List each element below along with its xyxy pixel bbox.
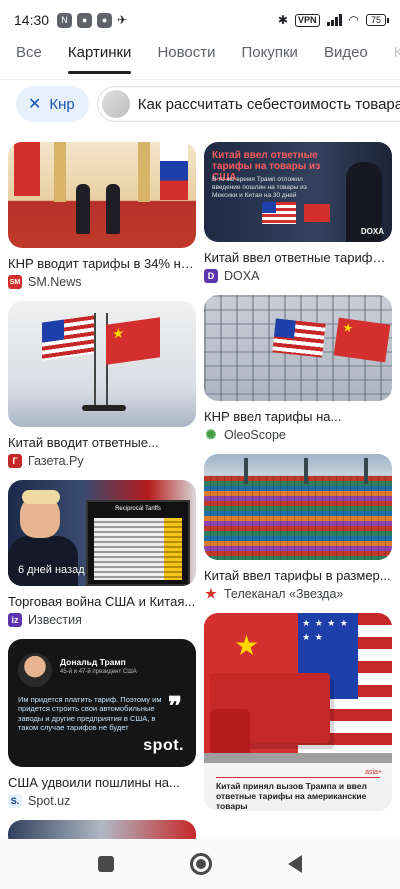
result-image[interactable]: asia+ Китай принял вызов Трампа и ввел о… bbox=[204, 613, 392, 811]
result-source: SM SM.News bbox=[8, 275, 196, 289]
recent-apps-button[interactable] bbox=[98, 856, 114, 872]
filter-chip-label: Кнр bbox=[49, 95, 75, 113]
result-image[interactable]: Дональд Трамп 45-й и 47-й президент США … bbox=[8, 639, 196, 767]
location-icon: ✈ bbox=[117, 13, 128, 27]
quote-icon: ❞ bbox=[168, 691, 182, 721]
bluetooth-icon: ✱ bbox=[277, 13, 288, 27]
result-caption[interactable]: КНР вводит тарифы в 34% на... bbox=[8, 256, 196, 271]
results-column-right: Китай ввел ответные тарифы на товары из … bbox=[204, 142, 392, 823]
result-image[interactable] bbox=[204, 295, 392, 401]
quote-author-title: 45-й и 47-й президент США bbox=[60, 669, 137, 675]
result-source: ✺ OleoScope bbox=[204, 427, 392, 442]
spot-logo: spot. bbox=[143, 737, 184, 754]
doxa-logo: DOXA bbox=[360, 227, 384, 236]
system-nav-bar bbox=[0, 839, 400, 889]
quote-text: Им придется платить тариф. Поэтому им пр… bbox=[18, 695, 162, 733]
source-favicon: iz bbox=[8, 613, 22, 627]
wifi-icon: ◠ bbox=[348, 13, 359, 27]
image-headline: Китай принял вызов Трампа и ввел ответны… bbox=[216, 781, 367, 811]
source-favicon: SM bbox=[8, 275, 22, 289]
tab-more[interactable]: К bbox=[394, 40, 400, 79]
source-name: OleoScope bbox=[224, 428, 286, 442]
vpn-badge: VPN bbox=[294, 13, 320, 27]
source-name: Телеканал «Звезда» bbox=[224, 587, 344, 601]
result-image[interactable] bbox=[8, 142, 196, 248]
related-query-chip[interactable]: Как рассчитать себестоимость товара bbox=[96, 86, 400, 122]
source-favicon: ★ bbox=[205, 586, 217, 601]
image-result[interactable]: Китай ввел тарифы в размер... ★ Телекана… bbox=[204, 454, 392, 601]
image-result[interactable]: Reciprocal Tariffs 6 дней назад Торговая… bbox=[8, 480, 196, 627]
avatar bbox=[18, 653, 52, 687]
board-title: Reciprocal Tariffs bbox=[115, 506, 161, 512]
tab-all[interactable]: Все bbox=[16, 40, 42, 79]
battery-icon: 75 bbox=[365, 14, 390, 26]
results-column-left: КНР вводит тарифы в 34% на... SM SM.News… bbox=[8, 142, 196, 862]
source-name: DOXA bbox=[224, 269, 260, 283]
result-caption[interactable]: Китай ввел ответные тарифы... bbox=[204, 250, 392, 265]
image-result[interactable]: Китай ввел ответные тарифы на товары из … bbox=[204, 142, 392, 283]
source-name: Известия bbox=[28, 613, 82, 627]
result-source: S. Spot.uz bbox=[8, 794, 196, 808]
image-result[interactable]: КНР ввел тарифы на... ✺ OleoScope bbox=[204, 295, 392, 442]
related-query-label: Как рассчитать себестоимость товара bbox=[137, 95, 400, 113]
clock: 14:30 bbox=[14, 12, 50, 28]
result-source: D DOXA bbox=[204, 269, 392, 283]
source-name: Газета.Ру bbox=[28, 454, 84, 468]
result-caption[interactable]: Китай вводит ответные... bbox=[8, 435, 196, 450]
status-icons: ✱ VPN ◠ 75 bbox=[277, 13, 390, 27]
app-icon: ● bbox=[77, 12, 93, 28]
result-caption[interactable]: США удвоили пошлины на... bbox=[8, 775, 196, 790]
tab-news[interactable]: Новости bbox=[157, 40, 215, 79]
result-image[interactable] bbox=[8, 301, 196, 427]
image-result[interactable]: Дональд Трамп 45-й и 47-й президент США … bbox=[8, 639, 196, 808]
signal-icon bbox=[326, 14, 342, 26]
filter-chip-knr[interactable]: ✕ Кнр bbox=[16, 86, 89, 122]
home-button[interactable] bbox=[190, 853, 212, 875]
source-name: Spot.uz bbox=[28, 794, 71, 808]
back-button[interactable] bbox=[288, 855, 302, 873]
status-bar: 14:30 N ● ● ✈ ✱ VPN ◠ 75 bbox=[0, 0, 400, 40]
quote-author: Дональд Трамп bbox=[60, 657, 126, 667]
tab-images[interactable]: Картинки bbox=[67, 40, 131, 79]
result-caption[interactable]: КНР ввел тарифы на... bbox=[204, 409, 392, 424]
image-result[interactable]: Китай вводит ответные... Г Газета.Ру bbox=[8, 301, 196, 468]
time-ago-label: 6 дней назад bbox=[18, 564, 85, 576]
image-result[interactable]: asia+ Китай принял вызов Трампа и ввел о… bbox=[204, 613, 392, 811]
source-favicon: D bbox=[204, 269, 218, 283]
source-favicon: S. bbox=[8, 794, 22, 808]
result-image[interactable]: Reciprocal Tariffs 6 дней назад bbox=[8, 480, 196, 586]
result-image[interactable]: Китай ввел ответные тарифы на товары из … bbox=[204, 142, 392, 242]
image-result[interactable]: КНР вводит тарифы в 34% на... SM SM.News bbox=[8, 142, 196, 289]
tab-shopping[interactable]: Покупки bbox=[242, 40, 298, 79]
result-source: iz Известия bbox=[8, 613, 196, 627]
filter-chips: ✕ Кнр Как рассчитать себестоимость товар… bbox=[16, 86, 400, 122]
image-subheadline: В то же время Трамп отложил введение пош… bbox=[212, 176, 307, 199]
result-image[interactable] bbox=[204, 454, 392, 560]
source-name: SM.News bbox=[28, 275, 82, 289]
result-source: ★ Телеканал «Звезда» bbox=[204, 586, 392, 601]
tab-video[interactable]: Видео bbox=[324, 40, 368, 79]
close-icon[interactable]: ✕ bbox=[28, 94, 41, 114]
source-favicon: Г bbox=[8, 454, 22, 468]
nfc-icon: N bbox=[57, 12, 73, 28]
result-caption[interactable]: Торговая война США и Китая... bbox=[8, 594, 196, 609]
search-tabs: Все Картинки Новости Покупки Видео К bbox=[0, 40, 400, 80]
query-thumbnail bbox=[101, 90, 130, 118]
result-source: Г Газета.Ру bbox=[8, 454, 196, 468]
result-caption[interactable]: Китай ввел тарифы в размер... bbox=[204, 568, 392, 583]
asia-plus-tag: asia+ bbox=[365, 769, 382, 776]
source-favicon: ✺ bbox=[205, 427, 217, 442]
app-icon: ● bbox=[97, 12, 113, 28]
